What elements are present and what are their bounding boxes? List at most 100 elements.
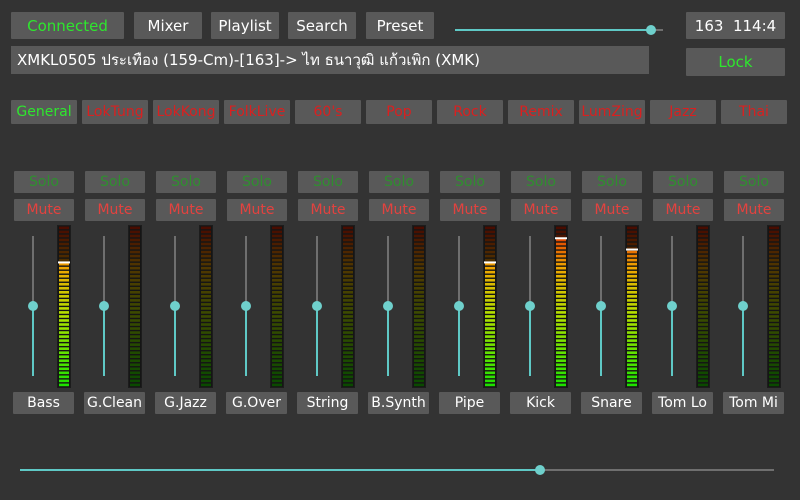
category-tab-remix[interactable]: Remix <box>508 100 574 124</box>
level-meter-g-over <box>270 225 284 388</box>
solo-button-kick[interactable]: Solo <box>511 171 571 193</box>
category-tab-pop[interactable]: Pop <box>366 100 432 124</box>
fader-handle[interactable] <box>454 301 464 311</box>
fader-handle[interactable] <box>28 301 38 311</box>
fader-tom-mi[interactable] <box>738 236 748 376</box>
mute-button-b-synth[interactable]: Mute <box>369 199 429 221</box>
fader-fill <box>174 306 176 376</box>
channel-label-g-clean: G.Clean <box>84 392 145 414</box>
fader-handle[interactable] <box>170 301 180 311</box>
fader-fill <box>742 306 744 376</box>
counter-display: 163 114:4 <box>686 12 785 39</box>
master-volume-slider-handle[interactable] <box>535 465 546 475</box>
fader-handle[interactable] <box>525 301 535 311</box>
level-meter-g-jazz <box>199 225 213 388</box>
top-volume-slider[interactable] <box>455 25 663 35</box>
mute-button-tom-mi[interactable]: Mute <box>724 199 784 221</box>
solo-button-g-over[interactable]: Solo <box>227 171 287 193</box>
mute-button-g-clean[interactable]: Mute <box>85 199 145 221</box>
fader-fill <box>458 306 460 376</box>
level-meter-snare <box>625 225 639 388</box>
category-tab-lumzing[interactable]: LumZing <box>579 100 645 124</box>
channel-label-kick: Kick <box>510 392 571 414</box>
fader-fill <box>387 306 389 376</box>
fader-fill <box>32 306 34 376</box>
category-tab-thai[interactable]: Thai <box>721 100 787 124</box>
fader-pipe[interactable] <box>454 236 464 376</box>
solo-button-tom-lo[interactable]: Solo <box>653 171 713 193</box>
channel-label-pipe: Pipe <box>439 392 500 414</box>
peak-marker <box>58 261 70 264</box>
tab-mixer[interactable]: Mixer <box>134 12 202 39</box>
channel-label-tom-mi: Tom Mi <box>723 392 784 414</box>
solo-button-b-synth[interactable]: Solo <box>369 171 429 193</box>
channel-label-snare: Snare <box>581 392 642 414</box>
fader-fill <box>245 306 247 376</box>
solo-button-g-jazz[interactable]: Solo <box>156 171 216 193</box>
solo-button-tom-mi[interactable]: Solo <box>724 171 784 193</box>
peak-marker <box>484 261 496 264</box>
fader-handle[interactable] <box>667 301 677 311</box>
fader-handle[interactable] <box>241 301 251 311</box>
fader-string[interactable] <box>312 236 322 376</box>
category-tab-general[interactable]: General <box>11 100 77 124</box>
fader-tom-lo[interactable] <box>667 236 677 376</box>
channel-label-g-over: G.Over <box>226 392 287 414</box>
fader-fill <box>103 306 105 376</box>
channel-label-b-synth: B.Synth <box>368 392 429 414</box>
mute-button-g-over[interactable]: Mute <box>227 199 287 221</box>
solo-button-g-clean[interactable]: Solo <box>85 171 145 193</box>
fader-handle[interactable] <box>312 301 322 311</box>
mute-button-bass[interactable]: Mute <box>14 199 74 221</box>
channel-label-g-jazz: G.Jazz <box>155 392 216 414</box>
level-meter-pipe <box>483 225 497 388</box>
mute-button-g-jazz[interactable]: Mute <box>156 199 216 221</box>
connection-status-button[interactable]: Connected <box>11 12 124 39</box>
category-tab-loktung[interactable]: LokTung <box>82 100 148 124</box>
fader-fill <box>671 306 673 376</box>
fader-handle[interactable] <box>738 301 748 311</box>
category-tab-folklive[interactable]: FolkLive <box>224 100 290 124</box>
level-meter-b-synth <box>412 225 426 388</box>
fader-b-synth[interactable] <box>383 236 393 376</box>
mute-button-tom-lo[interactable]: Mute <box>653 199 713 221</box>
tab-search[interactable]: Search <box>288 12 356 39</box>
category-tab-rock[interactable]: Rock <box>437 100 503 124</box>
fader-bass[interactable] <box>28 236 38 376</box>
category-tab-jazz[interactable]: Jazz <box>650 100 716 124</box>
top-volume-slider-fill <box>455 29 651 31</box>
level-meter-g-clean <box>128 225 142 388</box>
channel-label-string: String <box>297 392 358 414</box>
level-meter-bass <box>57 225 71 388</box>
tab-preset[interactable]: Preset <box>366 12 434 39</box>
solo-button-bass[interactable]: Solo <box>14 171 74 193</box>
tab-playlist[interactable]: Playlist <box>211 12 279 39</box>
category-tab-60s[interactable]: 60's <box>295 100 361 124</box>
fader-handle[interactable] <box>596 301 606 311</box>
solo-button-pipe[interactable]: Solo <box>440 171 500 193</box>
fader-handle[interactable] <box>383 301 393 311</box>
top-volume-slider-handle[interactable] <box>645 25 656 35</box>
fader-kick[interactable] <box>525 236 535 376</box>
mute-button-kick[interactable]: Mute <box>511 199 571 221</box>
fader-g-over[interactable] <box>241 236 251 376</box>
mute-button-snare[interactable]: Mute <box>582 199 642 221</box>
channel-label-tom-lo: Tom Lo <box>652 392 713 414</box>
fader-g-clean[interactable] <box>99 236 109 376</box>
master-volume-slider[interactable] <box>20 465 774 475</box>
solo-button-snare[interactable]: Solo <box>582 171 642 193</box>
fader-snare[interactable] <box>596 236 606 376</box>
fader-handle[interactable] <box>99 301 109 311</box>
master-volume-slider-fill <box>20 469 541 471</box>
category-tab-lokkong[interactable]: LokKong <box>153 100 219 124</box>
fader-g-jazz[interactable] <box>170 236 180 376</box>
lock-button[interactable]: Lock <box>686 48 785 76</box>
level-meter-tom-lo <box>696 225 710 388</box>
channel-label-bass: Bass <box>13 392 74 414</box>
solo-button-string[interactable]: Solo <box>298 171 358 193</box>
fader-fill <box>316 306 318 376</box>
mute-button-pipe[interactable]: Mute <box>440 199 500 221</box>
peak-marker <box>555 237 567 240</box>
level-meter-tom-mi <box>767 225 781 388</box>
mute-button-string[interactable]: Mute <box>298 199 358 221</box>
